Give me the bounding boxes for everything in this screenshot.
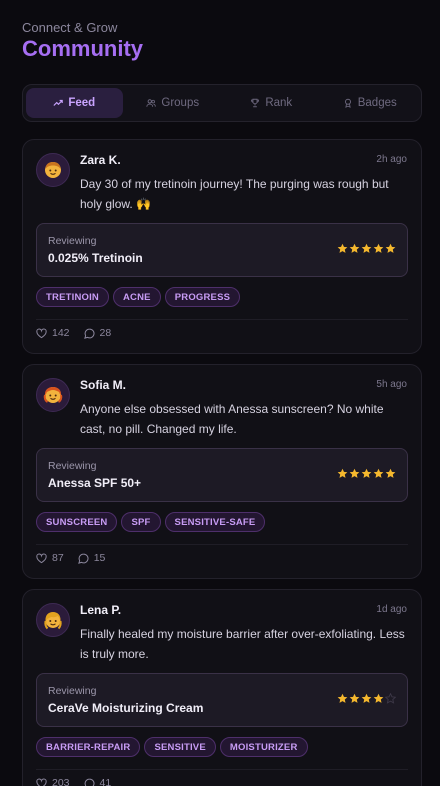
avatar[interactable] bbox=[36, 603, 70, 637]
page-eyebrow: Connect & Grow bbox=[22, 20, 118, 35]
divider bbox=[36, 769, 408, 770]
post-card[interactable]: Sofia M. 5h ago Anyone else obsessed wit… bbox=[22, 364, 422, 579]
like-button[interactable]: 203 bbox=[36, 777, 70, 786]
comment-button[interactable]: 28 bbox=[83, 327, 112, 339]
avatar[interactable] bbox=[36, 153, 70, 187]
product-review[interactable]: Reviewing Anessa SPF 50+ bbox=[36, 448, 408, 502]
tag-chip[interactable]: SUNSCREEN bbox=[36, 512, 118, 532]
post-timestamp: 1d ago bbox=[376, 604, 407, 615]
like-count: 203 bbox=[52, 777, 70, 786]
author-name[interactable]: Zara K. bbox=[80, 153, 121, 167]
star-filled-icon bbox=[337, 243, 348, 253]
tag-chip[interactable]: SPF bbox=[121, 512, 161, 532]
review-product-name: 0.025% Tretinoin bbox=[48, 251, 143, 265]
tab-label: Groups bbox=[161, 97, 200, 109]
post-stats: 87 15 bbox=[36, 552, 105, 564]
comment-icon bbox=[77, 553, 89, 564]
post-timestamp: 5h ago bbox=[376, 379, 407, 390]
star-rating bbox=[337, 693, 396, 704]
tab-label: Rank bbox=[265, 97, 293, 109]
tab-badges[interactable]: Badges bbox=[322, 88, 419, 118]
tab-rank[interactable]: Rank bbox=[223, 88, 320, 118]
post-card[interactable]: Lena P. 1d ago Finally healed my moistur… bbox=[22, 589, 422, 786]
comment-count: 28 bbox=[99, 327, 112, 339]
tab-feed[interactable]: Feed bbox=[26, 88, 123, 118]
post-text: Finally healed my moisture barrier after… bbox=[80, 627, 405, 661]
review-label: Reviewing bbox=[48, 460, 97, 472]
review-label: Reviewing bbox=[48, 235, 97, 247]
like-count: 142 bbox=[52, 327, 70, 339]
trending-icon bbox=[53, 99, 64, 106]
product-review[interactable]: Reviewing 0.025% Tretinoin bbox=[36, 223, 408, 277]
star-filled-icon bbox=[373, 468, 384, 478]
star-filled-icon bbox=[385, 468, 396, 478]
avatar[interactable] bbox=[36, 378, 70, 412]
tag-chip[interactable]: ACNE bbox=[113, 287, 161, 307]
comment-count: 15 bbox=[93, 552, 106, 564]
comment-count: 41 bbox=[99, 777, 112, 786]
avatar-emoji-icon bbox=[43, 387, 63, 403]
star-filled-icon bbox=[349, 693, 360, 703]
like-button[interactable]: 87 bbox=[36, 552, 64, 564]
tag-chip[interactable]: BARRIER-REPAIR bbox=[36, 737, 141, 757]
comment-icon bbox=[84, 778, 95, 786]
star-filled-icon bbox=[361, 693, 372, 703]
star-filled-icon bbox=[361, 468, 372, 478]
trophy-icon bbox=[251, 98, 260, 108]
award-icon bbox=[344, 98, 351, 108]
star-filled-icon bbox=[349, 468, 360, 478]
heart-icon bbox=[36, 553, 47, 563]
post-stats: 142 28 bbox=[36, 327, 111, 339]
heart-icon bbox=[36, 778, 47, 786]
page-title: Community bbox=[22, 36, 143, 61]
author-name[interactable]: Sofia M. bbox=[80, 378, 126, 392]
tab-bar: Feed Groups Rank Badges bbox=[22, 84, 422, 122]
post-text: Day 30 of my tretinoin journey! The purg… bbox=[80, 177, 389, 211]
tag-chip[interactable]: MOISTURIZER bbox=[219, 737, 308, 757]
tag-list: BARRIER-REPAIR SENSITIVE MOISTURIZER bbox=[36, 737, 308, 757]
tag-chip[interactable]: TRETINOIN bbox=[36, 287, 109, 307]
like-count: 87 bbox=[52, 552, 64, 564]
review-product-name: CeraVe Moisturizing Cream bbox=[48, 701, 204, 715]
comment-button[interactable]: 15 bbox=[77, 552, 106, 564]
post-stats: 203 41 bbox=[36, 777, 111, 786]
review-product-name: Anessa SPF 50+ bbox=[48, 476, 142, 490]
avatar-emoji-icon bbox=[45, 162, 61, 178]
star-filled-icon bbox=[385, 243, 396, 253]
users-icon bbox=[146, 99, 157, 107]
tag-list: SUNSCREEN SPF SENSITIVE-SAFE bbox=[36, 512, 266, 532]
post-timestamp: 2h ago bbox=[376, 154, 407, 165]
star-rating bbox=[337, 243, 396, 254]
star-filled-icon bbox=[373, 693, 384, 703]
star-rating bbox=[337, 468, 396, 479]
like-button[interactable]: 142 bbox=[36, 327, 70, 339]
tag-chip[interactable]: SENSITIVE bbox=[144, 737, 216, 757]
divider bbox=[36, 544, 408, 545]
star-filled-icon bbox=[349, 243, 360, 253]
comment-button[interactable]: 41 bbox=[84, 777, 112, 786]
heart-icon bbox=[36, 328, 47, 338]
star-filled-icon bbox=[337, 693, 348, 703]
product-review[interactable]: Reviewing CeraVe Moisturizing Cream bbox=[36, 673, 408, 727]
tag-chip[interactable]: PROGRESS bbox=[164, 287, 241, 307]
tab-label: Badges bbox=[357, 97, 397, 109]
comment-icon bbox=[83, 328, 95, 339]
author-name[interactable]: Lena P. bbox=[80, 603, 121, 617]
tag-list: TRETINOIN ACNE PROGRESS bbox=[36, 287, 241, 307]
avatar-emoji-icon bbox=[44, 612, 62, 630]
tab-groups[interactable]: Groups bbox=[125, 88, 222, 118]
review-label: Reviewing bbox=[48, 685, 97, 697]
community-page: Connect & Grow Community Feed Groups Ran… bbox=[0, 0, 440, 786]
star-filled-icon bbox=[361, 243, 372, 253]
tab-label: Feed bbox=[68, 97, 96, 109]
post-text: Anyone else obsessed with Anessa sunscre… bbox=[80, 402, 384, 436]
tag-chip[interactable]: SENSITIVE-SAFE bbox=[164, 512, 266, 532]
star-filled-icon bbox=[337, 468, 348, 478]
post-card[interactable]: Zara K. 2h ago Day 30 of my tretinoin jo… bbox=[22, 139, 422, 354]
star-empty-icon bbox=[385, 693, 396, 704]
star-filled-icon bbox=[373, 243, 384, 253]
divider bbox=[36, 319, 408, 320]
